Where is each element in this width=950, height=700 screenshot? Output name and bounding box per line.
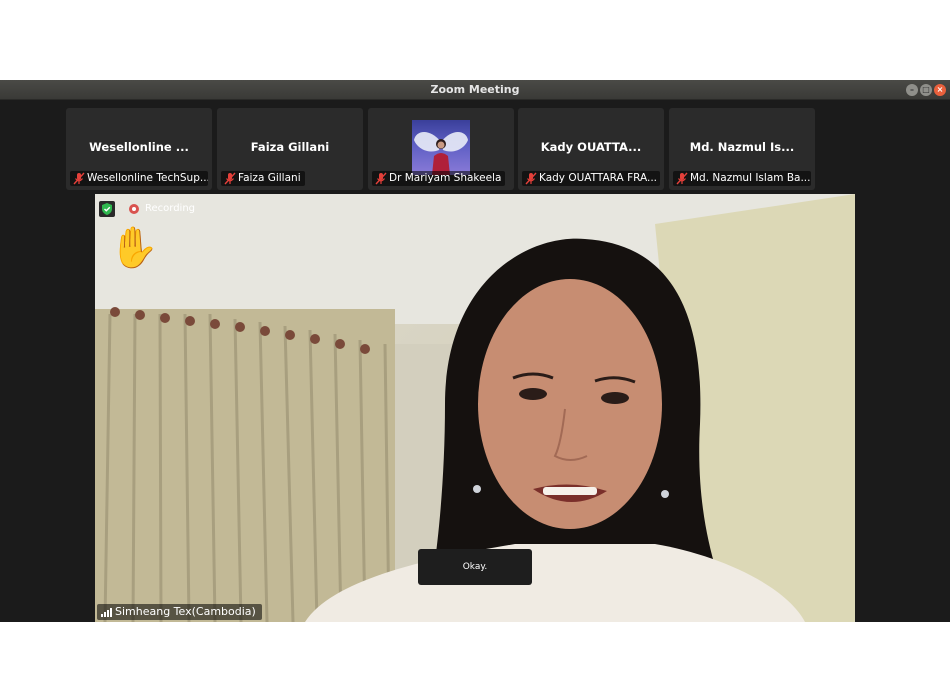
participant-display-name: Wesellonline ... [89, 140, 189, 154]
signal-strength-icon [101, 608, 112, 617]
participant-tile[interactable]: Faiza Gillani Faiza Gillani [217, 108, 363, 190]
participant-video-thumbnail [412, 120, 470, 175]
participant-name: Md. Nazmul Islam Ba... [690, 172, 811, 184]
participant-label-bar: Kady OUATTARA FRA... [522, 171, 660, 186]
participant-tile[interactable]: Kady OUATTA... Kady OUATTARA FRA... [518, 108, 664, 190]
title-bar[interactable]: Zoom Meeting – □ × [0, 80, 950, 100]
close-button[interactable]: × [934, 84, 946, 96]
mic-muted-icon [224, 172, 236, 185]
participant-display-name: Faiza Gillani [250, 140, 330, 154]
maximize-button[interactable]: □ [920, 84, 932, 96]
speaker-name-bar: Simheang Tex(Cambodia) [97, 604, 262, 620]
minimize-button[interactable]: – [906, 84, 918, 96]
active-speaker-video[interactable]: Recording ✋ Okay. Simheang Tex(Cambodia) [95, 194, 855, 622]
participant-name: Kady OUATTARA FRA... [539, 172, 657, 184]
angel-wings-avatar-image [414, 132, 468, 175]
meeting-content: Wesellonline ... Wesellonline TechSup...… [0, 100, 950, 622]
participant-label-bar: Dr Mariyam Shakeela [372, 171, 506, 186]
participant-label-bar: Faiza Gillani [221, 171, 305, 186]
raised-hand-icon: ✋ [109, 225, 159, 271]
participant-tile[interactable]: Wesellonline ... Wesellonline TechSup... [66, 108, 212, 190]
participant-tile[interactable]: Md. Nazmul Is... Md. Nazmul Islam Ba... [669, 108, 815, 190]
participant-name: Wesellonline TechSup... [87, 172, 208, 184]
zoom-window: Zoom Meeting – □ × Wesellonline ... Wese… [0, 80, 950, 622]
window-title: Zoom Meeting [430, 83, 520, 96]
closed-caption: Okay. [418, 549, 532, 585]
speaker-name: Simheang Tex(Cambodia) [115, 605, 256, 618]
participant-display-name: Md. Nazmul Is... [689, 140, 795, 154]
mic-muted-icon [676, 172, 688, 185]
recording-dot-icon [129, 204, 139, 214]
security-shield-icon[interactable] [99, 201, 115, 217]
participant-label-bar: Wesellonline TechSup... [70, 171, 208, 186]
mic-muted-icon [375, 172, 387, 185]
recording-indicator[interactable]: Recording [123, 201, 201, 217]
participant-tile[interactable]: Dr Mariyam Shakeela [368, 108, 514, 190]
participant-label-bar: Md. Nazmul Islam Ba... [673, 171, 811, 186]
recording-label: Recording [145, 203, 196, 214]
mic-muted-icon [525, 172, 537, 185]
mic-muted-icon [73, 172, 85, 185]
participant-name: Dr Mariyam Shakeela [389, 172, 502, 184]
participant-name: Faiza Gillani [238, 172, 301, 184]
participant-display-name: Kady OUATTA... [540, 140, 642, 154]
